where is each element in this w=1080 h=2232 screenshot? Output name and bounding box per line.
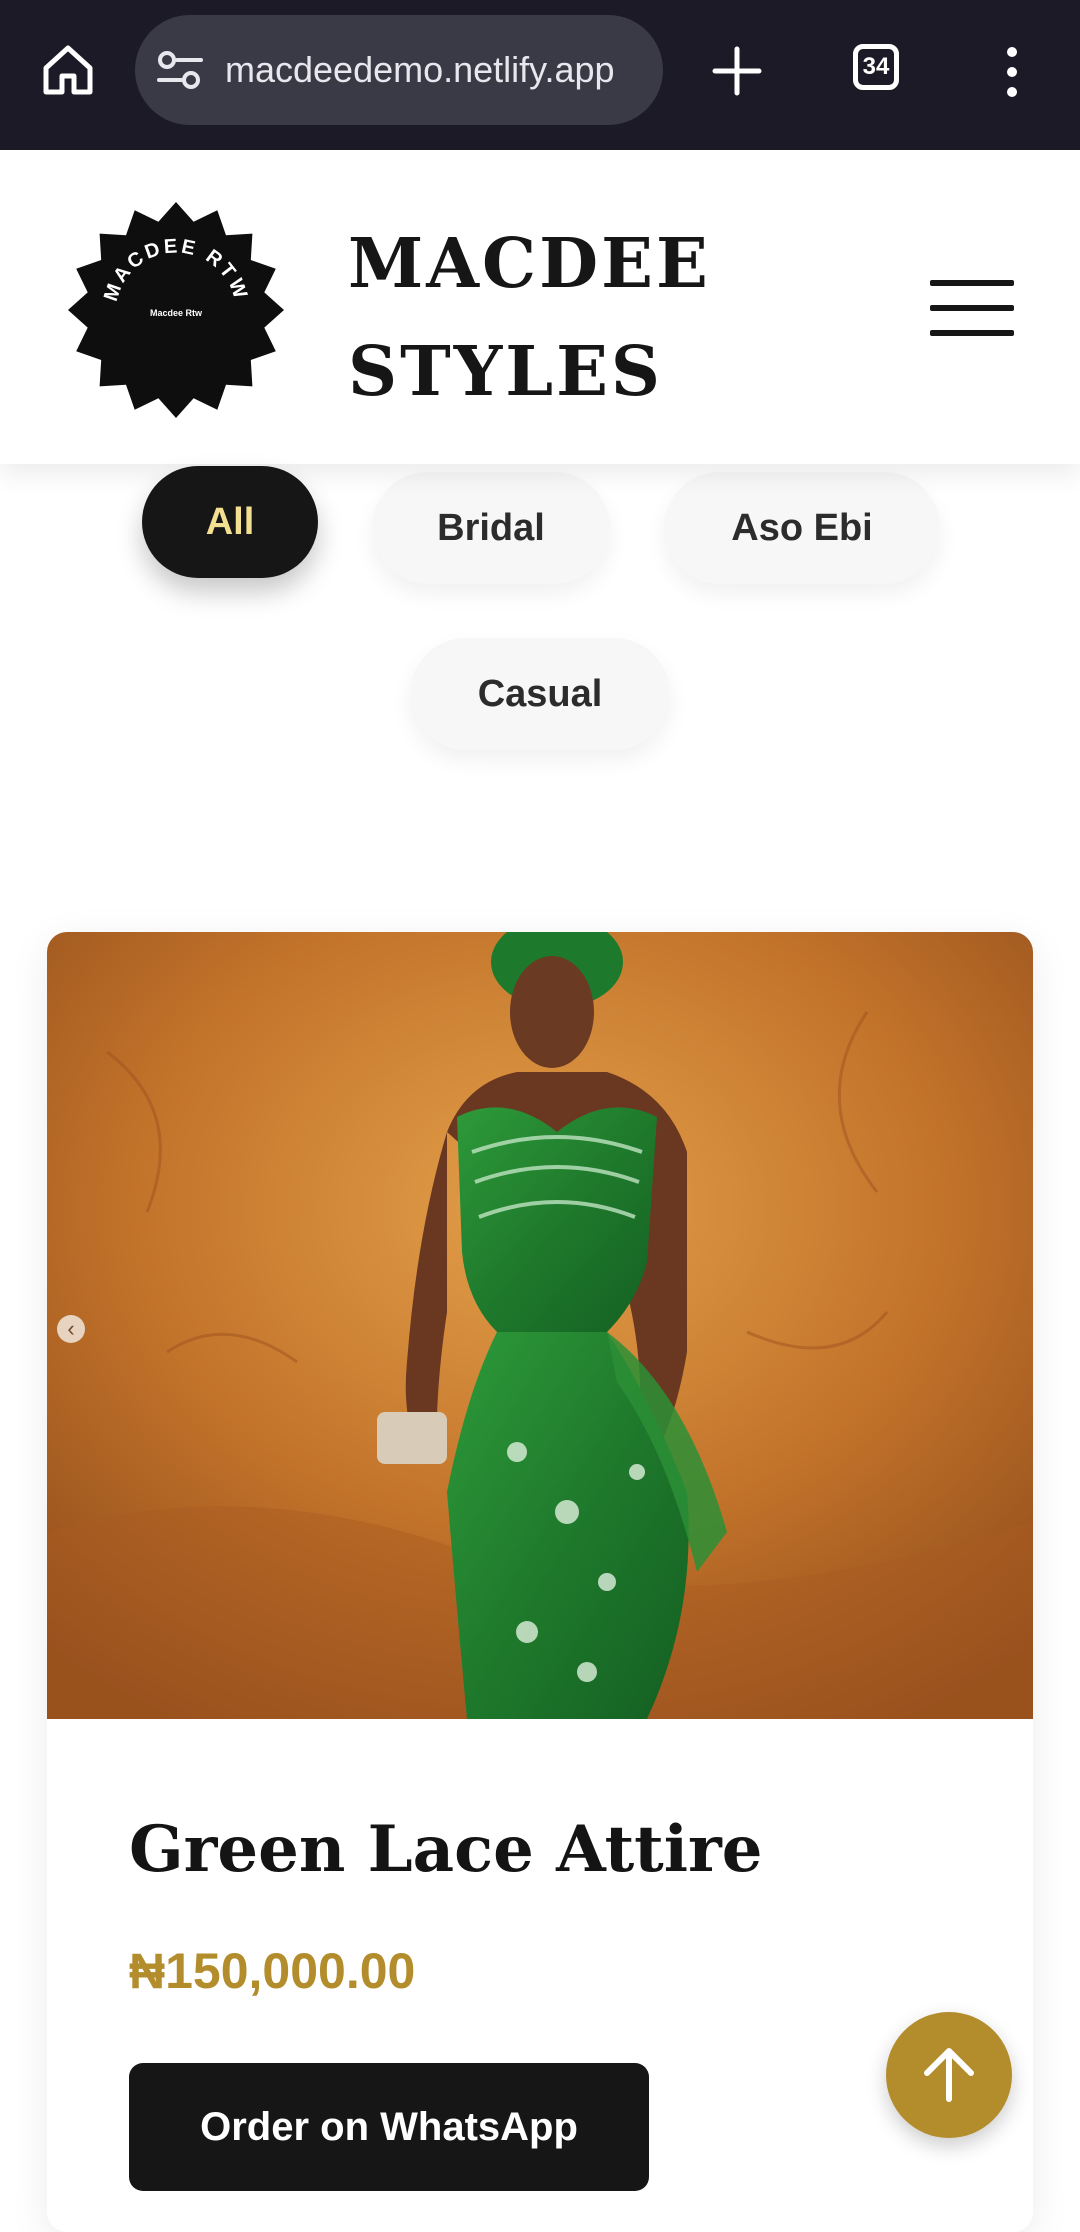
filter-aso-ebi[interactable]: Aso Ebi — [664, 472, 940, 584]
address-bar[interactable]: macdeedemo.netlify.app — [135, 15, 663, 125]
site-header: MACDEE RTW Macdee Rtw MACDEE STYLES — [0, 150, 1080, 464]
filter-all[interactable]: All — [142, 466, 318, 578]
tab-switcher-icon[interactable]: 34 — [853, 44, 899, 90]
product-title: Green Lace Attire — [129, 1812, 763, 1887]
brand-line-1: MACDEE — [348, 224, 711, 304]
browser-toolbar: macdeedemo.netlify.app 34 — [0, 0, 1080, 150]
new-tab-plus-icon[interactable] — [712, 46, 762, 96]
filter-bridal[interactable]: Bridal — [372, 472, 610, 584]
brand-logo[interactable]: MACDEE RTW Macdee Rtw — [66, 200, 286, 420]
more-options-icon[interactable] — [1000, 44, 1024, 100]
product-price: ₦150,000.00 — [129, 1943, 416, 1999]
arrow-up-icon — [924, 2048, 974, 2102]
brand-line-2: STYLES — [348, 332, 664, 412]
filter-casual[interactable]: Casual — [410, 638, 670, 750]
chevron-left-icon[interactable]: ‹ — [57, 1315, 85, 1343]
scroll-to-top-button[interactable] — [886, 2012, 1012, 2138]
hamburger-menu-icon[interactable] — [930, 280, 1014, 336]
url-text[interactable]: macdeedemo.netlify.app — [225, 15, 615, 125]
order-whatsapp-button[interactable]: Order on WhatsApp — [129, 2063, 649, 2191]
site-settings-icon[interactable] — [157, 50, 203, 90]
brand-name[interactable]: MACDEE STYLES — [348, 210, 711, 426]
product-image[interactable] — [47, 932, 1033, 1719]
logo-center-text: Macdee Rtw — [150, 308, 203, 318]
product-card: ‹ Green Lace Attire ₦150,000.00 Order on… — [47, 932, 1033, 2232]
home-icon[interactable] — [40, 42, 96, 98]
